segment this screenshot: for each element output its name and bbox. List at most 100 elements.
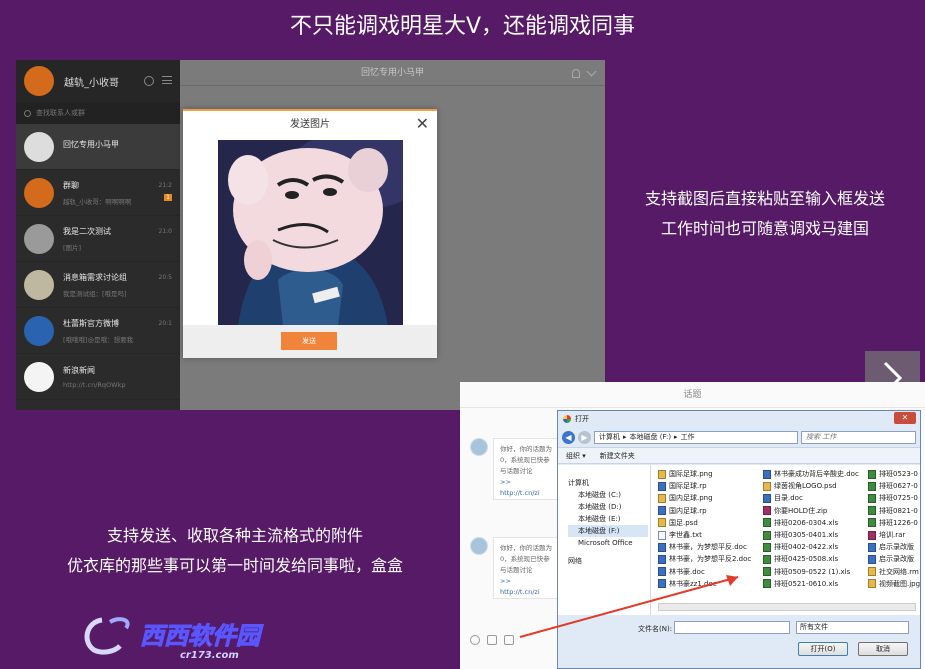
file-type-icon	[868, 518, 876, 528]
filename-label: 文件名(N):	[638, 625, 673, 633]
conversation-item[interactable]: 群聊 越轨_小收哥：啊啊啊啊 21:2 1	[16, 170, 180, 216]
open-button[interactable]: 打开(O)	[798, 642, 848, 656]
forward-icon[interactable]: ▶	[578, 430, 591, 444]
close-icon[interactable]: ✕	[416, 115, 429, 133]
file-type-icon	[763, 554, 771, 564]
file-item[interactable]: 排班0305-0401.xls	[763, 529, 838, 541]
file-item[interactable]: 国内足球.rp	[658, 505, 707, 517]
file-item[interactable]: 李世鑫.txt	[658, 529, 702, 541]
file-item[interactable]: 排班0521-0610.xls	[763, 578, 838, 590]
file-item[interactable]: 启示录改版	[868, 553, 914, 565]
message-link[interactable]: >> http://t.cn/zi	[500, 477, 552, 499]
caption-right: 支持截图后直接粘贴至输入框发送 工作时间也可随意调戏马建国	[610, 184, 920, 244]
avatar	[24, 223, 54, 254]
path-segment[interactable]: 计算机	[599, 432, 620, 442]
menu-icon[interactable]	[162, 76, 172, 84]
file-type-icon	[868, 567, 876, 577]
avatar	[24, 361, 54, 392]
file-item[interactable]: 培训.rar	[868, 529, 905, 541]
logo-url: cr173.com	[180, 650, 239, 661]
conversation-item[interactable]: 杜蕾斯官方微博 [哦哦哦]@是哦：想要我 20:1	[16, 308, 180, 354]
file-item[interactable]: 排班0821-0	[868, 505, 918, 517]
attachment-icon[interactable]	[504, 635, 514, 645]
image-icon[interactable]	[487, 635, 497, 645]
file-item[interactable]: 国际足球.rp	[658, 480, 707, 492]
send-button[interactable]: 发送	[281, 332, 337, 350]
search-icon	[24, 109, 31, 117]
file-item[interactable]: 排班1226-0	[868, 517, 918, 529]
preview-image	[218, 140, 403, 326]
file-item[interactable]: 排班0523-0	[868, 468, 918, 480]
file-item[interactable]: 启示录改版	[868, 541, 914, 553]
file-item[interactable]: 排班0725-0	[868, 492, 918, 504]
organize-button[interactable]: 组织 ▾	[566, 451, 586, 461]
file-type-icon	[868, 530, 876, 540]
tree-item-drive-e[interactable]: 本地磁盘 (E:)	[568, 513, 648, 525]
file-type-icon	[868, 542, 876, 552]
file-name: 排班0206-0304.xls	[774, 518, 839, 527]
conversation-item[interactable]: 新浪新闻 http://t.cn/RqOWkp	[16, 354, 180, 400]
file-item[interactable]: 排班0627-0	[868, 480, 918, 492]
file-item[interactable]: 林书豪.doc	[658, 566, 705, 578]
emoji-icon[interactable]	[470, 635, 480, 645]
dialog-title: 打开	[575, 415, 589, 423]
filetype-select[interactable]: 所有文件	[796, 621, 909, 634]
filename-input[interactable]	[674, 621, 790, 634]
file-name: 国际足球.rp	[669, 482, 707, 491]
file-item[interactable]: 林书豪，为梦想平反2.doc	[658, 553, 751, 565]
tree-item-drive-f[interactable]: 本地磁盘 (F:)	[568, 525, 648, 537]
back-icon[interactable]: ◀	[562, 430, 575, 444]
dialog-footer: 发送	[183, 325, 437, 358]
file-type-icon	[658, 530, 666, 540]
path-segment[interactable]: 工作	[681, 432, 695, 442]
cancel-button[interactable]: 取消	[858, 642, 908, 656]
file-item[interactable]: 目录.doc	[763, 492, 803, 504]
file-type-icon	[763, 567, 771, 577]
file-name: 国足.psd	[669, 518, 698, 527]
file-item[interactable]: 排班0402-0422.xls	[763, 541, 838, 553]
close-button[interactable]: ✕	[894, 412, 916, 424]
file-item[interactable]: 林书豪，为梦想平反.doc	[658, 541, 747, 553]
file-item[interactable]: 排班0509-0522 (1).xls	[763, 566, 850, 578]
tree-item-computer[interactable]: 计算机	[568, 477, 648, 489]
path-segment[interactable]: 本地磁盘 (F:)	[630, 432, 672, 442]
conversation-item[interactable]: 消息箱需求讨论组 我是测试组：[哦是吗] 20:5	[16, 262, 180, 308]
file-type-icon	[868, 469, 876, 479]
conversation-item[interactable]: 我是二次测试 [图片] 21:0	[16, 216, 180, 262]
address-bar[interactable]: 计算机 ▸ 本地磁盘 (F:) ▸ 工作	[594, 430, 798, 444]
tree-item-drive-d[interactable]: 本地磁盘 (D:)	[568, 501, 648, 513]
file-attach-screenshot: 话题 你好，你的话题为0，系统现已快参与话题讨论 >> http://t.cn/…	[460, 382, 925, 669]
conversation-item[interactable]: 回忆专用小马甲	[16, 124, 180, 170]
pane-divider	[650, 465, 651, 615]
chevron-down-icon[interactable]	[586, 66, 597, 76]
file-item[interactable]: 排班0425-0508.xls	[763, 553, 838, 565]
file-item[interactable]: 林书豪成功背后辛酸史.doc	[763, 468, 859, 480]
chat-title: 话题	[683, 390, 702, 400]
chat-icon[interactable]	[144, 76, 154, 86]
file-item[interactable]: 国际足球.png	[658, 468, 713, 480]
avatar	[470, 438, 488, 456]
file-type-icon	[868, 493, 876, 503]
file-item[interactable]: 你要HOLD住.zip	[763, 505, 827, 517]
contact-search[interactable]: 查找联系人或群	[16, 102, 180, 124]
avatar[interactable]	[24, 66, 54, 96]
tree-item-drive-c[interactable]: 本地磁盘 (C:)	[568, 489, 648, 501]
file-name: 排班0305-0401.xls	[774, 531, 839, 539]
file-item[interactable]: 林书豪zz1.doc	[658, 578, 717, 590]
file-item[interactable]: 国足.psd	[658, 517, 698, 529]
conversation-preview: [哦哦哦]@是哦：想要我	[63, 335, 134, 344]
file-item[interactable]: 绿茵视角LOGO.psd	[763, 480, 837, 492]
new-folder-button[interactable]: 新建文件夹	[600, 451, 635, 461]
caption-right-line-1: 支持截图后直接粘贴至输入框发送	[644, 189, 885, 208]
file-name: 绿茵视角LOGO.psd	[774, 482, 837, 491]
file-item[interactable]: 国内足球.png	[658, 492, 713, 504]
tree-item-network[interactable]: 网络	[568, 555, 648, 567]
search-input[interactable]: 搜索 工作	[801, 430, 916, 444]
horizontal-scrollbar[interactable]	[658, 603, 916, 611]
add-person-icon[interactable]	[572, 68, 580, 78]
file-item[interactable]: 视频截图.jpg	[868, 578, 920, 590]
tree-item-office[interactable]: Microsoft Office	[568, 537, 648, 549]
file-item[interactable]: 社交网络.rm	[868, 566, 919, 578]
file-item[interactable]: 排班0206-0304.xls	[763, 517, 838, 529]
message-link[interactable]: >> http://t.cn/zi	[500, 576, 552, 598]
